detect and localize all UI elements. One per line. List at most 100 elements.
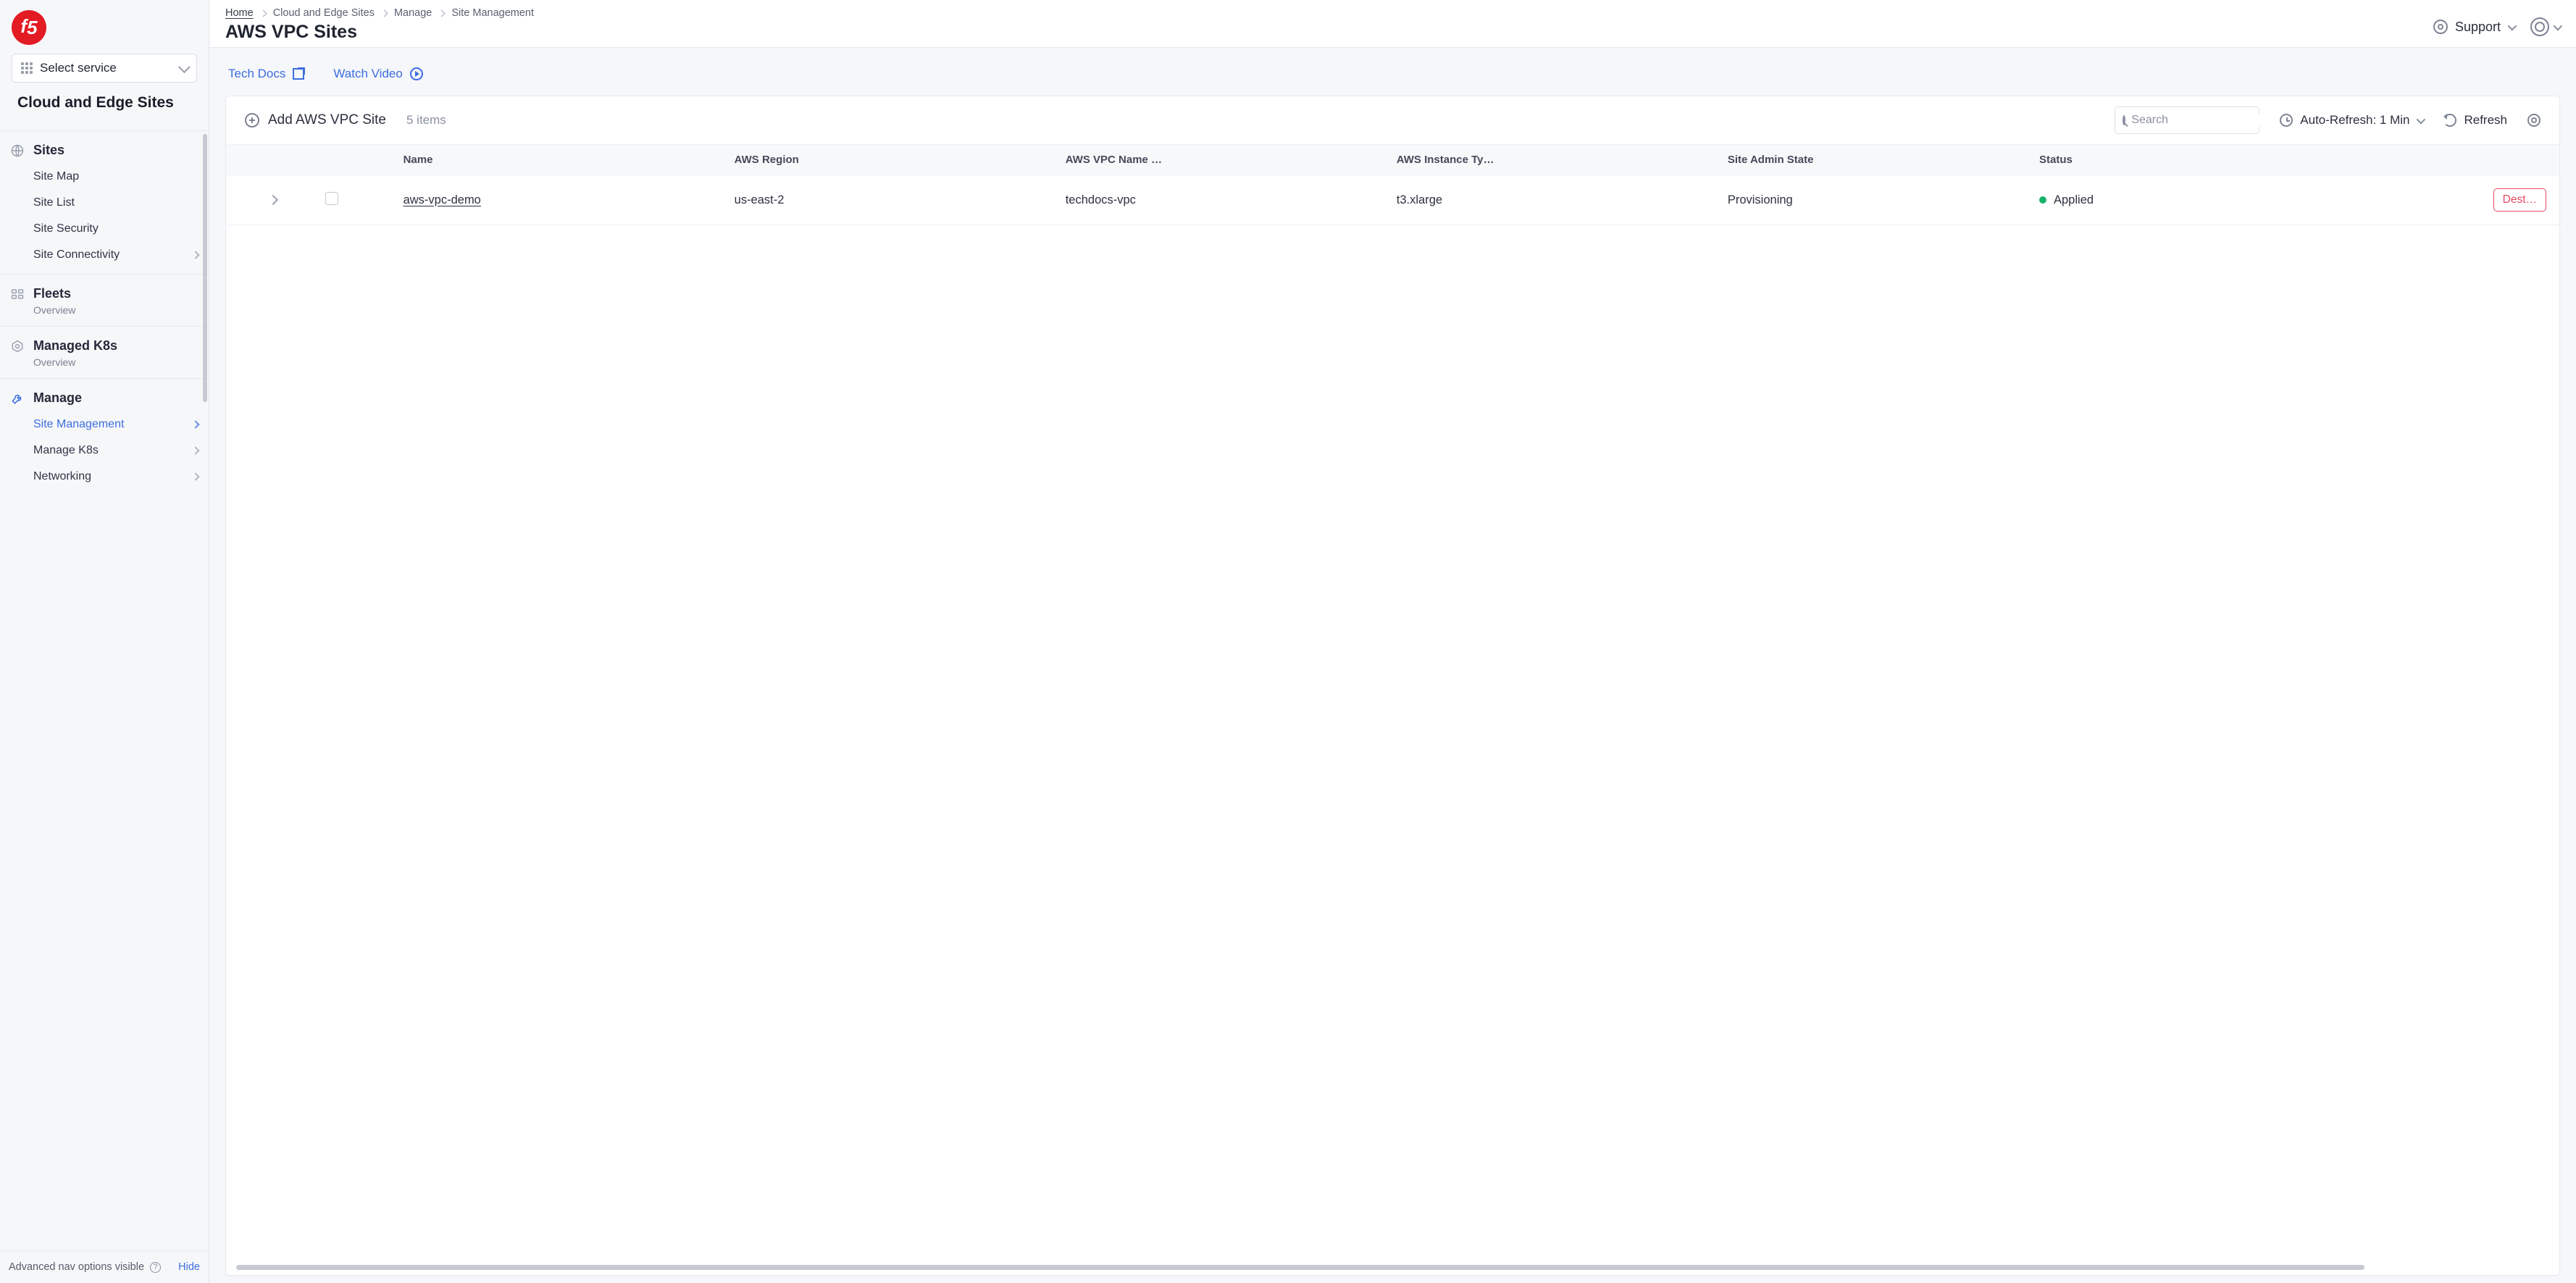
cell-vpc: techdocs-vpc [1060, 175, 1391, 225]
sidebar-top: f5 Select service Cloud and Edge Sites [0, 0, 209, 130]
service-selector[interactable]: Select service [12, 54, 197, 83]
chevron-right-icon [438, 9, 446, 17]
nav-group-manage: Manage Site Management Manage K8s Networ… [0, 379, 209, 496]
refresh-label: Refresh [2464, 113, 2507, 128]
content: Tech Docs Watch Video Add AWS VPC Site 5… [209, 48, 2576, 1283]
page-title: AWS VPC Sites [225, 19, 2433, 43]
item-count: 5 items [406, 113, 446, 128]
search-input[interactable] [2131, 114, 2281, 127]
topbar: Home Cloud and Edge Sites Manage Site Ma… [209, 0, 2576, 48]
grid-icon [21, 62, 33, 74]
sidebar-section-title: Cloud and Edge Sites [12, 83, 197, 122]
cell-instance: t3.xlarge [1391, 175, 1722, 225]
nav-item-label: Site List [33, 196, 75, 209]
scrollbar-thumb[interactable] [203, 134, 207, 402]
table-header-row: Name AWS Region AWS VPC Name … AWS Insta… [226, 145, 2559, 175]
nav-heading-label: Sites [33, 143, 64, 158]
search-box[interactable] [2115, 106, 2259, 134]
nav-group-fleets: Fleets Overview [0, 275, 209, 327]
col-status[interactable]: Status [2033, 145, 2345, 175]
fleet-icon [10, 287, 25, 301]
horizontal-scrollbar[interactable] [236, 1263, 2549, 1271]
breadcrumb: Home Cloud and Edge Sites Manage Site Ma… [225, 7, 2433, 19]
logo[interactable]: f5 [12, 10, 197, 45]
status-text: Applied [2054, 193, 2094, 207]
main: Home Cloud and Edge Sites Manage Site Ma… [209, 0, 2576, 1283]
expand-row-button[interactable] [267, 194, 277, 204]
breadcrumb-item[interactable]: Manage [394, 7, 432, 19]
nav-item-label: Site Connectivity [33, 248, 120, 262]
sidebar: f5 Select service Cloud and Edge Sites S… [0, 0, 209, 1283]
auto-refresh-dropdown[interactable]: Auto-Refresh: 1 Min [2280, 113, 2423, 128]
sites-table: Name AWS Region AWS VPC Name … AWS Insta… [226, 144, 2559, 225]
nav-item-label: Manage K8s [33, 444, 99, 457]
status-dot-icon [2039, 196, 2046, 204]
watch-video-link[interactable]: Watch Video [333, 67, 422, 81]
row-checkbox[interactable] [325, 192, 338, 205]
table-row[interactable]: aws-vpc-demo us-east-2 techdocs-vpc t3.x… [226, 175, 2559, 225]
chevron-down-icon [178, 61, 191, 73]
plus-circle-icon [245, 113, 259, 128]
nav-item-site-management[interactable]: Site Management [0, 411, 209, 438]
add-aws-vpc-site-button[interactable]: Add AWS VPC Site [245, 112, 386, 128]
nav-item-site-map[interactable]: Site Map [0, 164, 209, 190]
support-icon [2433, 20, 2448, 34]
nav-subtitle: Overview [0, 356, 209, 372]
tech-docs-link[interactable]: Tech Docs [228, 67, 304, 81]
breadcrumb-home[interactable]: Home [225, 7, 254, 19]
panel-toolbar: Add AWS VPC Site 5 items Auto-Refresh: 1… [226, 96, 2559, 144]
play-icon [410, 67, 423, 80]
sidebar-nav[interactable]: Sites Site Map Site List Site Security S… [0, 130, 209, 1250]
chevron-down-icon [2508, 21, 2517, 30]
nav-item-site-security[interactable]: Site Security [0, 216, 209, 242]
col-instance-type[interactable]: AWS Instance Ty… [1391, 145, 1722, 175]
kubernetes-icon [10, 339, 25, 354]
chevron-down-icon [2554, 21, 2563, 30]
nav-subtitle: Overview [0, 304, 209, 320]
col-region[interactable]: AWS Region [729, 145, 1060, 175]
nav-heading-label: Fleets [33, 286, 71, 301]
nav-heading-label: Manage [33, 390, 82, 406]
cell-admin-state: Provisioning [1722, 175, 2033, 225]
chevron-down-icon [2417, 114, 2426, 124]
scrollbar-thumb[interactable] [236, 1265, 2364, 1270]
support-label: Support [2455, 20, 2501, 35]
chevron-right-icon [381, 9, 388, 17]
breadcrumb-item[interactable]: Cloud and Edge Sites [273, 7, 375, 19]
table-settings-button[interactable] [2527, 114, 2541, 127]
search-icon [2123, 115, 2125, 125]
refresh-button[interactable]: Refresh [2443, 113, 2507, 128]
info-icon[interactable]: ? [150, 1262, 161, 1273]
service-selector-label: Select service [40, 61, 179, 75]
breadcrumb-item[interactable]: Site Management [451, 7, 534, 19]
panel: Add AWS VPC Site 5 items Auto-Refresh: 1… [225, 96, 2560, 1276]
nav-item-site-connectivity[interactable]: Site Connectivity [0, 242, 209, 268]
status-cell: Applied [2039, 193, 2339, 207]
nav-item-label: Site Map [33, 170, 79, 183]
destroy-button[interactable]: Dest… [2493, 188, 2546, 212]
nav-heading-k8s[interactable]: Managed K8s [0, 331, 209, 356]
avatar-icon [2530, 17, 2549, 36]
chevron-right-icon [191, 472, 199, 480]
site-name-link[interactable]: aws-vpc-demo [403, 193, 481, 206]
col-admin-state[interactable]: Site Admin State [1722, 145, 2033, 175]
topbar-right: Support [2433, 6, 2560, 36]
nav-heading-manage[interactable]: Manage [0, 383, 209, 409]
hide-link[interactable]: Hide [178, 1261, 200, 1273]
nav-heading-fleets[interactable]: Fleets [0, 279, 209, 304]
col-vpc-name[interactable]: AWS VPC Name … [1060, 145, 1391, 175]
nav-item-networking[interactable]: Networking [0, 464, 209, 490]
nav-item-label: Site Management [33, 418, 124, 431]
sidebar-footer: Advanced nav options visible ? Hide [0, 1250, 209, 1283]
nav-heading-sites[interactable]: Sites [0, 135, 209, 161]
user-menu[interactable] [2530, 17, 2560, 36]
col-name[interactable]: Name [398, 145, 729, 175]
refresh-icon [2443, 114, 2456, 127]
footer-text: Advanced nav options visible [9, 1261, 144, 1273]
nav-group-sites: Sites Site Map Site List Site Security S… [0, 131, 209, 275]
nav-item-manage-k8s[interactable]: Manage K8s [0, 438, 209, 464]
clock-icon [2280, 114, 2293, 127]
cell-region: us-east-2 [729, 175, 1060, 225]
support-menu[interactable]: Support [2433, 20, 2514, 35]
nav-item-site-list[interactable]: Site List [0, 190, 209, 216]
